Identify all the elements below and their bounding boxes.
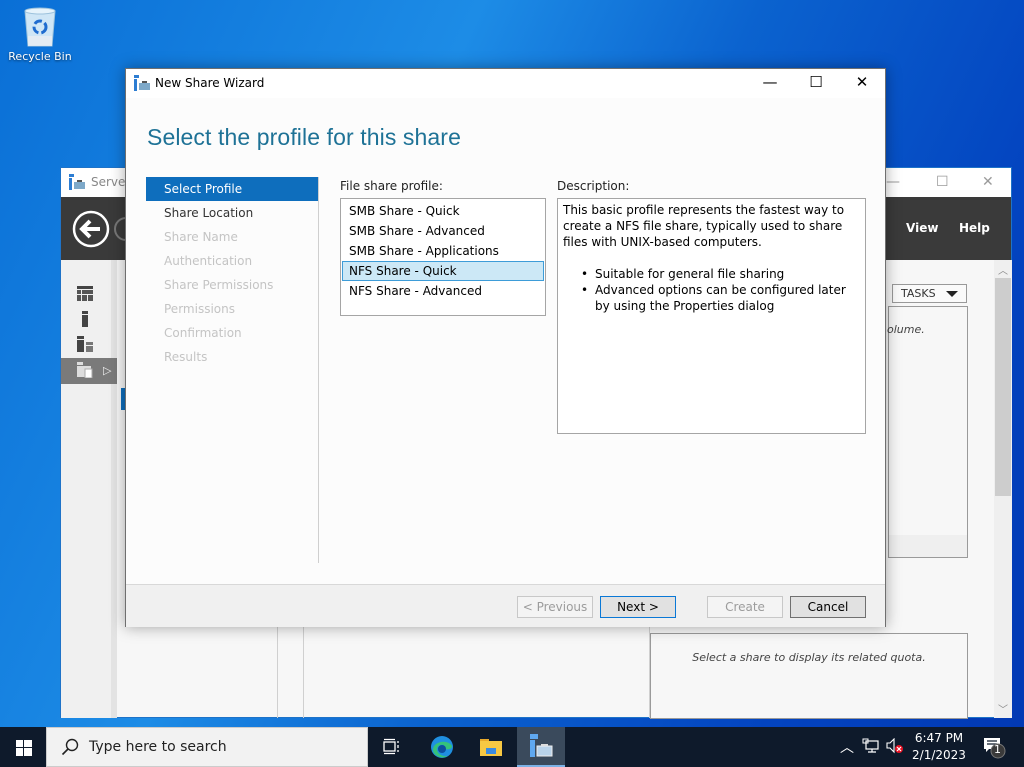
- volume-muted-icon[interactable]: [886, 737, 904, 757]
- step-select-profile[interactable]: Select Profile: [146, 177, 318, 201]
- task-view-icon: [383, 738, 399, 755]
- minimize-icon[interactable]: —: [750, 73, 790, 95]
- step-share-permissions: Share Permissions: [164, 278, 274, 292]
- notification-count: 1: [994, 743, 1001, 756]
- close-icon[interactable]: ✕: [842, 73, 882, 95]
- maximize-icon[interactable]: ☐: [796, 73, 836, 95]
- next-button[interactable]: Next >: [600, 596, 676, 618]
- menu-help[interactable]: Help: [959, 221, 990, 235]
- file-storage-icon[interactable]: [77, 362, 95, 380]
- wizard-steps: Select Profile Share Location Share Name…: [146, 177, 318, 369]
- clock-date: 2/1/2023: [912, 748, 966, 762]
- volume-panel: olume.: [887, 306, 968, 558]
- menu-view[interactable]: View: [906, 221, 938, 235]
- quota-hint: Select a share to display its related qu…: [692, 651, 926, 664]
- profile-label: File share profile:: [340, 179, 443, 193]
- steps-divider: [318, 177, 319, 563]
- edge-button[interactable]: [418, 727, 466, 767]
- minimize-icon[interactable]: —: [886, 174, 900, 190]
- scrollbar-thumb[interactable]: [995, 278, 1011, 496]
- task-view-button[interactable]: [368, 727, 416, 767]
- step-permissions: Permissions: [164, 302, 235, 316]
- profile-option-smb-applications[interactable]: SMB Share - Applications: [342, 241, 544, 261]
- quota-panel: Select a share to display its related qu…: [650, 633, 968, 719]
- show-hidden-icons-chevron-icon[interactable]: ︿: [840, 737, 854, 757]
- server-manager-icon: [530, 734, 553, 757]
- search-icon: [61, 738, 79, 759]
- step-results: Results: [164, 350, 208, 364]
- step-confirmation: Confirmation: [164, 326, 242, 340]
- wizard-title: New Share Wizard: [155, 76, 265, 90]
- desktop-icon-recycle-bin[interactable]: Recycle Bin: [4, 6, 76, 63]
- expand-arrow-icon[interactable]: ▷: [103, 364, 111, 377]
- network-icon[interactable]: [862, 738, 880, 757]
- step-authentication: Authentication: [164, 254, 253, 268]
- taskbar-search-box[interactable]: Type here to search: [46, 727, 368, 767]
- description-bullets: Suitable for general file sharing Advanc…: [563, 266, 860, 314]
- system-clock[interactable]: 6:47 PM 2/1/2023: [905, 730, 973, 764]
- wizard-footer: < Previous Next > Create Cancel: [126, 584, 885, 627]
- divider: [277, 626, 278, 718]
- volume-hint: olume.: [887, 323, 925, 336]
- tasks-label: TASKS: [901, 287, 936, 300]
- scroll-up-icon[interactable]: ︿: [998, 262, 1008, 277]
- all-servers-icon[interactable]: [77, 336, 95, 354]
- windows-logo-icon: [16, 740, 32, 756]
- back-icon[interactable]: [71, 209, 111, 252]
- file-explorer-button[interactable]: [467, 727, 515, 767]
- maximize-icon[interactable]: ☐: [936, 174, 949, 190]
- profile-option-nfs-quick[interactable]: NFS Share - Quick: [342, 261, 544, 281]
- tasks-dropdown[interactable]: TASKS: [892, 284, 967, 303]
- wizard-app-icon: [134, 75, 150, 94]
- page-title: Select the profile for this share: [147, 124, 461, 150]
- previous-button[interactable]: < Previous: [517, 596, 593, 618]
- scroll-down-icon[interactable]: ﹀: [998, 701, 1008, 716]
- start-button[interactable]: [16, 740, 32, 759]
- create-button[interactable]: Create: [707, 596, 783, 618]
- panel-footer: [889, 535, 967, 557]
- search-placeholder: Type here to search: [89, 739, 227, 755]
- dropdown-arrow-icon: [946, 291, 958, 297]
- step-share-name: Share Name: [164, 230, 238, 244]
- server-manager-taskbar-button[interactable]: [517, 727, 565, 767]
- desktop-icon-label: Recycle Bin: [8, 50, 72, 63]
- divider: [303, 626, 304, 718]
- profile-option-smb-advanced[interactable]: SMB Share - Advanced: [342, 221, 544, 241]
- local-server-icon[interactable]: [77, 311, 95, 329]
- notifications-icon[interactable]: 1: [983, 737, 1007, 762]
- description-bullet: Suitable for general file sharing: [581, 266, 860, 282]
- server-manager-nav: ▷: [61, 260, 117, 718]
- step-share-location[interactable]: Share Location: [146, 201, 318, 225]
- description-text: This basic profile represents the fastes…: [563, 203, 845, 249]
- new-share-wizard-dialog: New Share Wizard — ☐ ✕ Select the profil…: [125, 68, 886, 627]
- folder-icon: [480, 739, 502, 756]
- close-icon[interactable]: ✕: [982, 174, 994, 190]
- description-label: Description:: [557, 179, 630, 193]
- description-box: This basic profile represents the fastes…: [557, 198, 866, 434]
- profile-option-smb-quick[interactable]: SMB Share - Quick: [342, 201, 544, 221]
- description-bullet: Advanced options can be configured later…: [581, 282, 860, 314]
- profile-option-nfs-advanced[interactable]: NFS Share - Advanced: [342, 281, 544, 301]
- cancel-button[interactable]: Cancel: [790, 596, 866, 618]
- profile-listbox[interactable]: SMB Share - Quick SMB Share - Advanced S…: [340, 198, 546, 316]
- wizard-titlebar: New Share Wizard — ☐ ✕: [126, 69, 885, 98]
- clock-time: 6:47 PM: [914, 731, 964, 745]
- taskbar: Type here to search ︿ 6:47 PM 2/1/2023 1: [0, 727, 1024, 767]
- recycle-bin-icon: [22, 6, 58, 47]
- edge-icon: [431, 736, 453, 758]
- dashboard-icon[interactable]: [77, 286, 95, 304]
- server-manager-icon: [69, 174, 85, 193]
